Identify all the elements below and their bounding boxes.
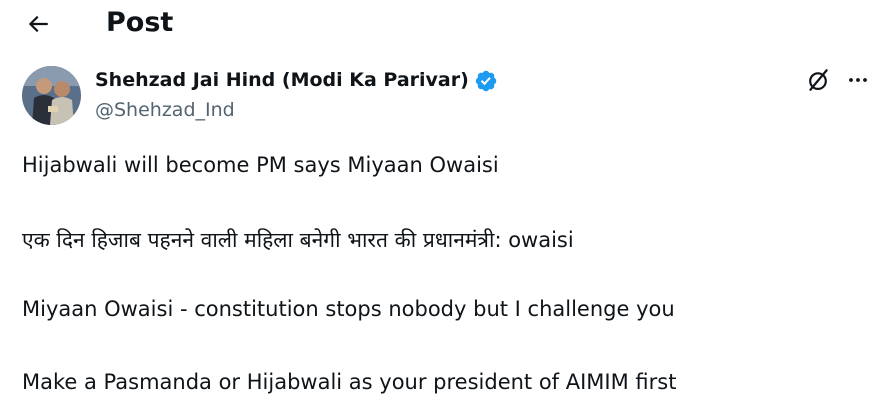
grok-button[interactable] bbox=[804, 66, 832, 94]
avatar[interactable] bbox=[22, 66, 81, 125]
back-button[interactable] bbox=[18, 6, 58, 42]
arrow-left-icon bbox=[28, 15, 48, 33]
author-name[interactable]: Shehzad Jai Hind (Modi Ka Parivar) bbox=[95, 66, 469, 94]
verified-badge-icon bbox=[475, 70, 497, 92]
more-button[interactable] bbox=[842, 66, 874, 94]
tweet-text-line: एक दिन हिजाब पहनने वाली महिला बनेगी भारत… bbox=[22, 228, 574, 252]
grok-icon bbox=[809, 69, 828, 91]
more-horizontal-icon bbox=[849, 78, 867, 82]
avatar-image bbox=[22, 66, 81, 125]
tweet-text-line: Make a Pasmanda or Hijabwali as your pre… bbox=[22, 370, 677, 394]
page-title: Post bbox=[106, 7, 174, 38]
tweet-text-line: Miyaan Owaisi - constitution stops nobod… bbox=[22, 297, 675, 321]
post-header: Post bbox=[0, 0, 888, 52]
author-handle[interactable]: @Shehzad_Ind bbox=[95, 96, 235, 124]
tweet-text-line: Hijabwali will become PM says Miyaan Owa… bbox=[22, 153, 499, 177]
